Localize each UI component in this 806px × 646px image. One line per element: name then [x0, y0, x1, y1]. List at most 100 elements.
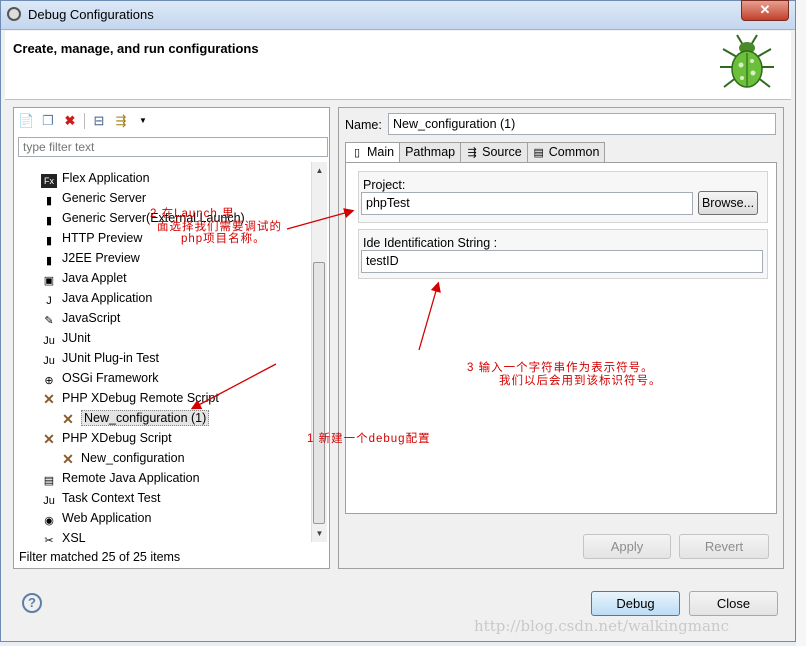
help-icon[interactable]: ?: [22, 593, 42, 613]
tree-item[interactable]: ▮ Generic Server: [41, 188, 146, 208]
tree-item-label: Flex Application: [62, 171, 150, 185]
configuration-list-panel: 📄 ❐ ✖ ⊟ ⇶ ▼ Fx Flex Application ▮ Generic S…: [13, 107, 330, 569]
list-toolbar: 📄 ❐ ✖ ⊟ ⇶ ▼: [18, 111, 151, 131]
tree-item[interactable]: ✎ JavaScript: [41, 308, 120, 328]
revert-button[interactable]: Revert: [679, 534, 769, 559]
name-input[interactable]: New_configuration (1): [388, 113, 776, 135]
tree-item[interactable]: ▤ Remote Java Application: [41, 468, 200, 488]
debug-button[interactable]: Debug: [591, 591, 680, 616]
apply-button[interactable]: Apply: [583, 534, 671, 559]
tab-common[interactable]: ▤ Common: [526, 142, 606, 162]
tab-source[interactable]: ⇶ Source: [460, 142, 528, 162]
watermark: http://blog.csdn.net/walkingmanc: [474, 617, 729, 635]
tree-item-label: Java Applet: [62, 271, 127, 285]
view-menu-icon[interactable]: ▼: [135, 113, 151, 129]
delete-icon[interactable]: ✖: [62, 113, 78, 129]
close-button[interactable]: Close: [689, 591, 778, 616]
tree-item[interactable]: ✕ New_configuration (1): [60, 408, 210, 428]
tree-item-label: JUnit Plug-in Test: [62, 351, 160, 365]
tree-item-icon: ✕: [62, 451, 74, 467]
tree-scrollbar[interactable]: ▲ ▼: [311, 162, 327, 542]
tree-item[interactable]: ✕ PHP XDebug Remote Script: [41, 388, 219, 408]
tree-item-label: Task Context Test: [62, 491, 161, 505]
tab-icon: ⇶: [467, 147, 477, 159]
tree-item-label: Generic Server: [62, 191, 147, 205]
tree-item-label: XSL: [62, 531, 86, 542]
new-configuration-icon[interactable]: 📄: [18, 113, 34, 129]
tree-item-icon: Ju: [43, 355, 55, 367]
scrollbar-thumb[interactable]: [313, 262, 325, 524]
title-bar: Debug Configurations ✕: [1, 0, 795, 30]
tree-item[interactable]: ⊕ OSGi Framework: [41, 368, 159, 388]
tree-item-label: PHP XDebug Script: [62, 431, 172, 445]
tree-item-icon: ▮: [45, 255, 53, 267]
filter-status: Filter matched 25 of 25 items: [19, 550, 181, 564]
project-input[interactable]: phpTest: [361, 192, 693, 215]
tree-item[interactable]: ◉ Web Application: [41, 508, 151, 528]
editor-tabs: ▯ Main Pathmap ⇶ Source ▤ Common: [345, 142, 606, 163]
header-title: Create, manage, and run configurations: [13, 41, 259, 56]
tree-item-icon: ▮: [45, 235, 53, 247]
tab-main[interactable]: ▯ Main: [345, 142, 401, 163]
tree-item-label: New_configuration: [81, 451, 185, 465]
tree-item-label: Web Application: [62, 511, 152, 525]
tree-item-label: PHP XDebug Remote Script: [62, 391, 219, 405]
main-tab-content: Project: phpTest Browse... Ide Identific…: [345, 162, 777, 514]
tree-item-label: HTTP Preview: [62, 231, 143, 245]
tree-item[interactable]: Fx Flex Application: [41, 168, 150, 188]
duplicate-icon[interactable]: ❐: [40, 113, 56, 129]
tab-pathmap[interactable]: Pathmap: [399, 142, 462, 162]
tree-item[interactable]: Ju JUnit: [41, 328, 90, 348]
dialog-header: Create, manage, and run configurations: [5, 31, 791, 100]
ide-identification-input[interactable]: testID: [361, 250, 763, 273]
tree-item-icon: ▮: [45, 195, 53, 207]
tree-item[interactable]: ▮ HTTP Preview: [41, 228, 142, 248]
tab-label: Source: [482, 145, 522, 159]
scroll-up-icon[interactable]: ▲: [312, 166, 327, 175]
debug-configurations-dialog: Debug Configurations ✕ Create, manage, a…: [0, 0, 796, 642]
tree-item[interactable]: ✂ XSL: [41, 528, 86, 542]
tree-item[interactable]: ✕ New_configuration: [60, 448, 185, 468]
filter-input[interactable]: [18, 137, 328, 157]
tree-item-icon: ✎: [44, 315, 54, 327]
ide-identification-group: Ide Identification String : testID: [358, 229, 768, 279]
ide-identification-label: Ide Identification String :: [363, 236, 498, 250]
tree-item-icon: ◉: [44, 515, 54, 527]
tree-item-icon: ⊕: [44, 375, 54, 387]
tree-item[interactable]: Ju JUnit Plug-in Test: [41, 348, 159, 368]
tree-item-label: JavaScript: [62, 311, 121, 325]
tree-item[interactable]: J Java Application: [41, 288, 152, 308]
collapse-all-icon[interactable]: ⊟: [91, 113, 107, 129]
tree-item-icon: ✂: [44, 535, 54, 542]
tree-item-icon: ✕: [43, 431, 55, 447]
filter-icon[interactable]: ⇶: [113, 113, 129, 129]
tree-item-label: OSGi Framework: [62, 371, 159, 385]
project-label: Project:: [363, 178, 406, 192]
tree-item-icon: ▮: [45, 215, 53, 227]
scroll-down-icon[interactable]: ▼: [312, 529, 327, 538]
tree-item-icon: Ju: [43, 335, 55, 347]
project-group: Project: phpTest Browse...: [358, 171, 768, 223]
name-label: Name:: [345, 118, 382, 132]
tree-item-icon: ✕: [62, 411, 74, 427]
bug-icon: [720, 34, 774, 88]
tree-item-label: J2EE Preview: [62, 251, 140, 265]
tree-item-icon: ✕: [43, 391, 55, 407]
annotation-1: 1 新建一个debug配置: [307, 433, 431, 445]
tab-label: Main: [367, 145, 395, 159]
tree-item[interactable]: ▣ Java Applet: [41, 268, 127, 288]
tree-item[interactable]: Ju Task Context Test: [41, 488, 160, 508]
tree-item-icon: Ju: [43, 495, 55, 507]
tree-item[interactable]: ✕ PHP XDebug Script: [41, 428, 172, 448]
tab-label: Pathmap: [405, 145, 456, 159]
tab-icon: ▤: [533, 147, 544, 159]
browse-button[interactable]: Browse...: [698, 191, 758, 215]
window-close-button[interactable]: ✕: [741, 0, 789, 21]
annotation-2-line3: php项目名称。: [181, 233, 266, 245]
tab-icon: ▯: [353, 147, 361, 159]
tree-item[interactable]: ▮ J2EE Preview: [41, 248, 140, 268]
tree-item-label: Remote Java Application: [62, 471, 200, 485]
tree-item-label: New_configuration (1): [81, 410, 210, 426]
tab-label: Common: [548, 145, 600, 159]
tree-item-label: JUnit: [62, 331, 91, 345]
